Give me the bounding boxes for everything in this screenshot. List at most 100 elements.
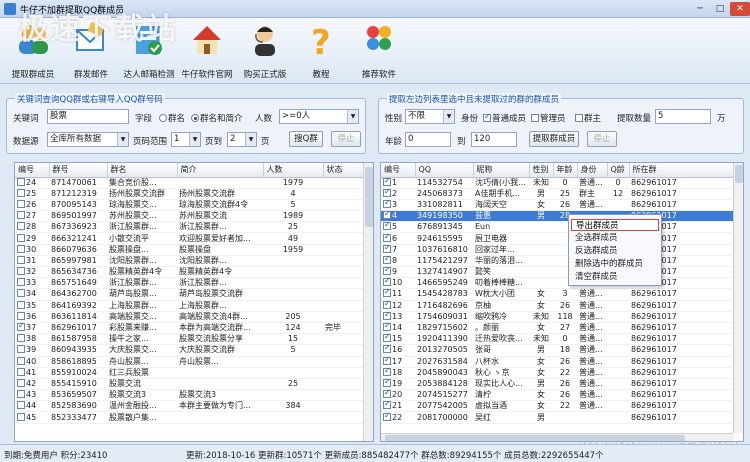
checkbox-checked-icon[interactable] xyxy=(383,345,391,354)
checkbox-icon[interactable] xyxy=(17,267,25,276)
column-header[interactable]: 昵称 xyxy=(473,163,530,178)
row-checkbox-cell[interactable]: 18 xyxy=(381,367,415,379)
row-checkbox-cell[interactable]: 26 xyxy=(15,199,49,212)
official-site-button[interactable]: 牛仔软件官网 xyxy=(176,20,238,82)
checkbox-checked-icon[interactable] xyxy=(383,412,391,421)
field-option-groupname[interactable]: 群名 xyxy=(159,112,185,124)
table-row[interactable]: 4349198350芸惠男28862961017 xyxy=(381,210,735,223)
row-checkbox-cell[interactable]: 28 xyxy=(15,221,49,234)
checkbox-checked-icon[interactable] xyxy=(383,356,391,365)
minimize-button[interactable]: ─ xyxy=(690,2,710,16)
scroll-thumb[interactable] xyxy=(365,167,373,227)
row-checkbox-cell[interactable]: 6 xyxy=(381,232,415,245)
admin-checkbox[interactable]: 管理员 xyxy=(531,112,566,124)
row-checkbox-cell[interactable]: 27 xyxy=(15,210,49,223)
table-row[interactable]: 30 866079636 股票操盘... 股票操盘 1959 xyxy=(15,244,365,256)
checkbox-checked-icon[interactable] xyxy=(383,199,391,208)
horizontal-scrollbar[interactable] xyxy=(381,433,733,441)
age-from-input[interactable]: 0 xyxy=(405,132,451,147)
table-row[interactable]: 35 864169392 上海股票群... 上海股票群... xyxy=(15,300,365,312)
row-checkbox-cell[interactable]: 22 xyxy=(381,411,415,424)
column-header[interactable]: 群名 xyxy=(107,163,178,178)
table-row[interactable]: 34 864362700 葫芦岛股票... 葫芦岛股票交流群 xyxy=(15,288,365,301)
row-checkbox-cell[interactable]: 30 xyxy=(15,244,49,256)
table-row[interactable]: 41 855910024 红三兵股票 xyxy=(15,367,365,379)
row-checkbox-cell[interactable]: 8 xyxy=(381,255,415,268)
table-row[interactable]: 71037616810回家过年...862961017 xyxy=(381,244,735,256)
table-row[interactable]: 28 867336923 浙江股票群... 浙江股票群... 25 xyxy=(15,221,365,234)
source-select[interactable]: 全库所有数据 ▼ xyxy=(47,132,129,147)
table-row[interactable]: 31 865997981 沈阳股票群... 沈阳股票群... xyxy=(15,255,365,268)
row-checkbox-cell[interactable]: 10 xyxy=(381,277,415,290)
buy-full-version-button[interactable]: 购买正式版 xyxy=(234,20,296,82)
column-header[interactable]: 编号 xyxy=(15,163,50,178)
table-row[interactable]: 2 245068373A佳期手机...男25群主12862961017 xyxy=(381,188,735,200)
column-header[interactable]: Q龄 xyxy=(607,163,630,178)
tutorial-button[interactable]: ? 教程 xyxy=(290,20,352,82)
row-checkbox-cell[interactable]: 42 xyxy=(15,378,49,391)
checkbox-icon[interactable] xyxy=(17,244,25,253)
table-row[interactable]: 3 331082811海阔天空女26普通... 862961017 xyxy=(381,199,735,212)
row-checkbox-cell[interactable]: 4 xyxy=(381,210,415,223)
table-row[interactable]: 14 1829715602。颜丽女27普通... 862961017 xyxy=(381,322,735,335)
row-checkbox-cell[interactable]: 7 xyxy=(381,244,415,256)
checkbox-checked-icon[interactable] xyxy=(383,244,391,253)
checkbox-checked-icon[interactable] xyxy=(383,177,391,186)
table-row[interactable]: 18 2045890043秋心 ヽ京女22普通... 862961017 xyxy=(381,367,735,379)
row-checkbox-cell[interactable]: 33 xyxy=(15,277,49,290)
table-row[interactable]: 32 865634736 股票精英群4令 股票精英群4令 xyxy=(15,266,365,279)
keyword-input[interactable]: 股票 xyxy=(47,109,129,124)
search-groups-button[interactable]: 搜Q群 xyxy=(289,131,323,147)
checkbox-icon[interactable] xyxy=(17,334,25,343)
checkbox-checked-icon[interactable] xyxy=(17,322,25,332)
checkbox-checked-icon[interactable] xyxy=(383,322,391,332)
checkbox-checked-icon[interactable] xyxy=(383,267,391,276)
table-row[interactable]: 37 862961017彩股票来赚...本群为高端交流群...124完毕 xyxy=(15,322,365,335)
page-to-select[interactable]: 2 ▼ xyxy=(227,132,257,147)
row-checkbox-cell[interactable]: 14 xyxy=(381,322,415,335)
row-checkbox-cell[interactable]: 25 xyxy=(15,188,49,200)
checkbox-checked-icon[interactable] xyxy=(383,278,391,287)
table-row[interactable]: 12 1716482696京柚女26普通... 862961017 xyxy=(381,300,735,312)
maximize-button[interactable]: □ xyxy=(710,2,730,16)
checkbox-checked-icon[interactable] xyxy=(383,222,391,231)
row-checkbox-cell[interactable]: 31 xyxy=(15,255,49,268)
row-checkbox-cell[interactable]: 37 xyxy=(15,322,49,335)
table-row[interactable]: 6924615595厨卫电器862961017 xyxy=(381,232,735,245)
column-header[interactable]: 状态 xyxy=(323,163,366,178)
column-header[interactable]: 群号 xyxy=(49,163,108,178)
menu-item-delete-selected[interactable]: 删除选中的群成员 xyxy=(571,258,659,270)
row-checkbox-cell[interactable]: 44 xyxy=(15,400,49,413)
vertical-scrollbar[interactable] xyxy=(733,163,743,433)
table-row[interactable]: 44 852583690 温州金融投... 本群主要做为专门... 384 xyxy=(15,400,365,413)
extract-members-button[interactable]: 提取群成员 xyxy=(2,20,64,82)
vertical-scrollbar[interactable] xyxy=(363,163,373,441)
scroll-thumb[interactable] xyxy=(385,435,685,441)
gender-select[interactable]: 不限 ▼ xyxy=(405,109,455,124)
checkbox-checked-icon[interactable] xyxy=(383,188,391,197)
column-header[interactable]: 身份 xyxy=(577,163,608,178)
checkbox-icon[interactable] xyxy=(17,345,25,354)
table-row[interactable]: 33 865751649 浙江股票群... 浙江股票群... xyxy=(15,277,365,290)
column-header[interactable]: 编号 xyxy=(381,163,416,178)
table-row[interactable]: 19 2053884128现实比人心...男26普通... 862961017 xyxy=(381,378,735,391)
checkbox-checked-icon[interactable] xyxy=(383,289,391,298)
row-checkbox-cell[interactable]: 40 xyxy=(15,356,49,368)
row-checkbox-cell[interactable]: 34 xyxy=(15,288,49,301)
stop-extract-button[interactable]: 停止 xyxy=(587,131,617,147)
row-checkbox-cell[interactable]: 9 xyxy=(381,266,415,279)
table-row[interactable]: 39 860943935 大庆股票交... 大庆股票交流群 5 xyxy=(15,344,365,357)
row-checkbox-cell[interactable]: 36 xyxy=(15,311,49,323)
checkbox-icon[interactable] xyxy=(17,300,25,309)
checkbox-checked-icon[interactable] xyxy=(383,378,391,387)
table-row[interactable]: 22 2081700000吴红男 862961017 xyxy=(381,411,735,424)
table-row[interactable]: 42 855415910 股票交流 25 xyxy=(15,378,365,391)
row-checkbox-cell[interactable]: 16 xyxy=(381,344,415,357)
table-row[interactable]: 20 2074515277清柠女26普通... 862961017 xyxy=(381,389,735,402)
row-checkbox-cell[interactable]: 20 xyxy=(381,389,415,402)
row-checkbox-cell[interactable]: 19 xyxy=(381,378,415,391)
checkbox-icon[interactable] xyxy=(17,367,25,376)
table-row[interactable]: 81175421297华丽的落泪...862961017 xyxy=(381,255,735,268)
checkbox-checked-icon[interactable] xyxy=(383,334,391,343)
table-row[interactable]: 38 861587958 操牛之家... 股票交流股票分享 15 xyxy=(15,333,365,346)
